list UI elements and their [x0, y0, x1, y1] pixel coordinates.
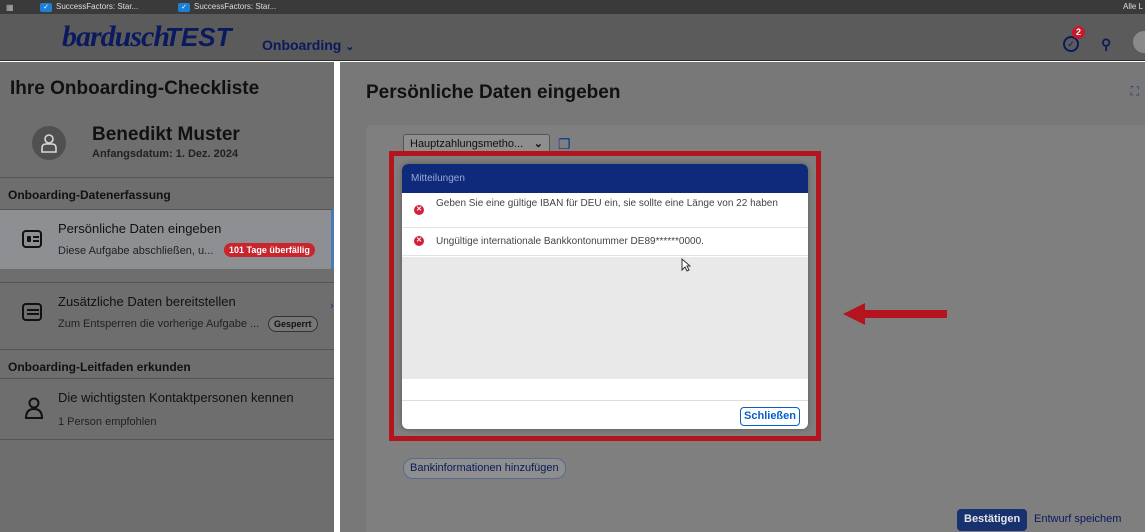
module-menu-button[interactable]: Onboarding ⌄: [262, 37, 354, 53]
successfactors-favicon-icon: ✓: [178, 2, 190, 12]
overdue-badge: 101 Tage überfällig: [224, 243, 315, 257]
contact-card-icon: [22, 230, 42, 248]
add-bank-info-button[interactable]: Bankinformationen hinzufügen: [403, 458, 566, 479]
confirm-button[interactable]: Bestätigen: [957, 509, 1028, 531]
profile-avatar: [32, 126, 66, 160]
people-search-icon[interactable]: ⚲: [1101, 36, 1111, 53]
task-key-contacts[interactable]: Die wichtigsten Kontaktpersonen kennen 1…: [0, 378, 334, 440]
browser-tab-label: SuccessFactors: Star...: [194, 2, 277, 11]
browser-tab-1[interactable]: ✓ SuccessFactors: Star...: [40, 2, 138, 12]
contacts-icon: [24, 397, 44, 419]
dialog-body: [402, 257, 808, 379]
module-menu-label: Onboarding: [262, 37, 342, 53]
task-title: Zusätzliche Daten bereitstellen: [58, 294, 236, 309]
message-item[interactable]: ✕ Geben Sie eine gültige IBAN für DEU ei…: [402, 193, 808, 228]
task-additional-data[interactable]: Zusätzliche Daten bereitstellen Zum Ents…: [0, 282, 334, 342]
section-heading-guide: Onboarding-Leitfaden erkunden: [0, 349, 334, 381]
mouse-cursor-icon: [681, 258, 691, 272]
company-logo[interactable]: bardusch: [62, 22, 170, 52]
locked-badge: Gesperrt: [268, 316, 318, 332]
error-icon: ✕: [414, 236, 424, 246]
task-personal-data[interactable]: Persönliche Daten eingeben Diese Aufgabe…: [0, 209, 334, 269]
environment-label: TEST: [165, 22, 232, 52]
task-title: Die wichtigsten Kontaktpersonen kennen: [58, 390, 294, 405]
notification-count-badge: 2: [1072, 26, 1085, 39]
close-button[interactable]: Schließen: [740, 407, 800, 426]
red-arrow-annotation: [843, 303, 947, 325]
all-bookmarks-link[interactable]: Alle L: [1123, 2, 1143, 11]
chevron-down-icon: ⌄: [533, 138, 543, 150]
chevron-down-icon: ⌄: [345, 41, 355, 53]
browser-tab-2[interactable]: ✓ SuccessFactors: Star...: [178, 2, 276, 12]
error-icon: ✕: [414, 205, 424, 215]
browser-tab-strip: ▦ ✓ SuccessFactors: Star... ✓ SuccessFac…: [0, 0, 1145, 14]
task-subtitle: Zum Entsperren die vorherige Aufgabe ...: [58, 318, 260, 330]
task-subtitle: 1 Person empfohlen: [58, 416, 157, 428]
app-header: bardusch TEST Onboarding ⌄ ✓ 2 ⚲: [0, 14, 1145, 61]
successfactors-favicon-icon: ✓: [40, 2, 52, 12]
messages-dialog: Mitteilungen ✕ Geben Sie eine gültige IB…: [402, 164, 808, 429]
profile-start-date: Anfangsdatum: 1. Dez. 2024: [92, 148, 239, 160]
dialog-footer: Schließen: [402, 400, 808, 429]
sidebar-title: Ihre Onboarding-Checkliste: [10, 78, 260, 99]
task-title: Persönliche Daten eingeben: [58, 221, 222, 236]
user-avatar[interactable]: [1133, 31, 1145, 53]
person-icon: [41, 134, 57, 153]
save-draft-button[interactable]: Entwurf speichem: [1034, 513, 1121, 525]
section-heading-data-collection: Onboarding-Datenerfassung: [0, 177, 334, 209]
browser-tab-label: SuccessFactors: Star...: [56, 2, 139, 11]
sidebar-collapse-chevron-icon[interactable]: ›: [330, 300, 340, 330]
page-title: Persönliche Daten eingeben: [366, 82, 621, 103]
message-text: Ungültige internationale Bankkontonummer…: [436, 236, 704, 247]
list-card-icon: [22, 303, 42, 321]
message-text: Geben Sie eine gültige IBAN für DEU ein,…: [436, 198, 778, 209]
expand-icon[interactable]: ⛶: [1131, 84, 1139, 99]
select-value: Hauptzahlungsmetho...: [410, 138, 524, 150]
task-subtitle: Diese Aufgabe abschließen, u...: [58, 245, 214, 257]
onboarding-sidebar: Ihre Onboarding-Checkliste Benedikt Must…: [0, 62, 334, 532]
profile-name: Benedikt Muster: [92, 124, 240, 145]
message-item[interactable]: ✕ Ungültige internationale Bankkontonumm…: [402, 228, 808, 256]
dialog-title: Mitteilungen: [402, 164, 808, 193]
apps-grid-icon[interactable]: ▦: [6, 3, 14, 12]
